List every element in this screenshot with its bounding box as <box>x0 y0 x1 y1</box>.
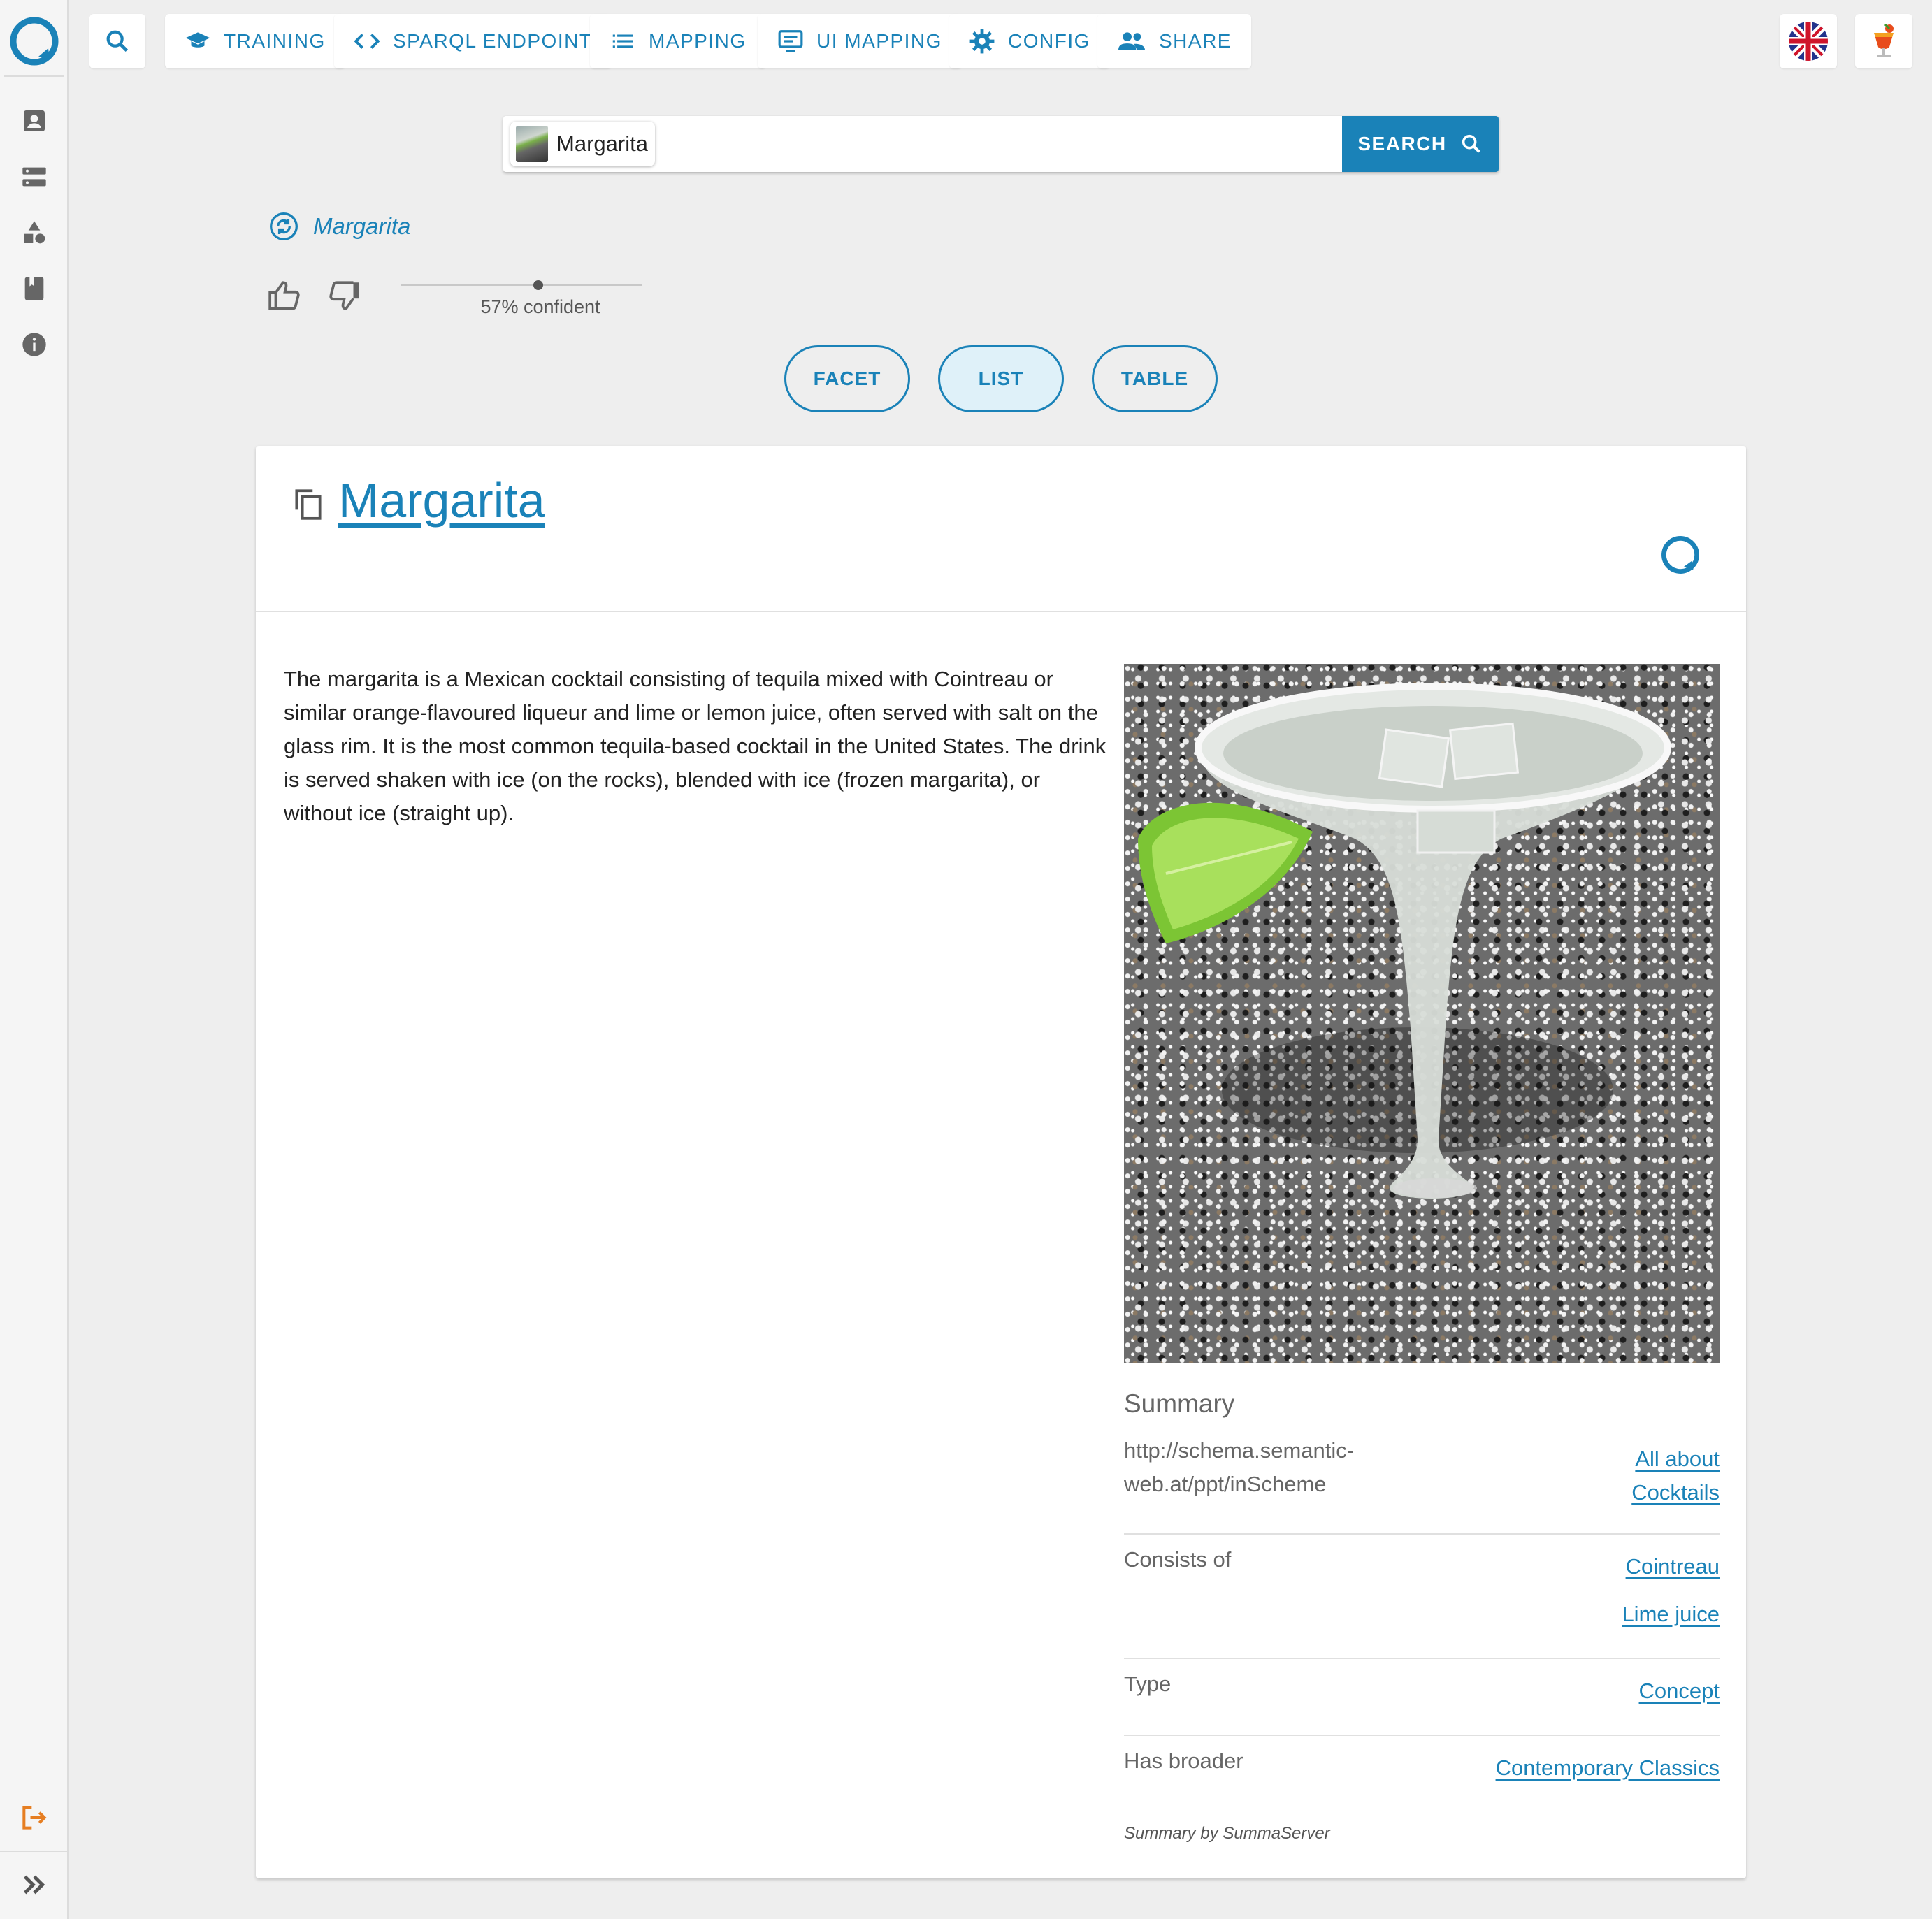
summary-row-values: All about Cocktails <box>1559 1442 1720 1509</box>
result-card: Margarita The margarita is a Mexican coc… <box>256 446 1746 1878</box>
summary-row-consists-of: Consists of Cointreau Lime juice <box>1124 1535 1720 1659</box>
facet-view-button[interactable]: FACET <box>784 345 910 412</box>
summary-row-values: Contemporary Classics <box>1496 1751 1720 1785</box>
thumb-up-icon[interactable] <box>267 278 302 313</box>
table-view-button[interactable]: TABLE <box>1092 345 1218 412</box>
training-button[interactable]: TRAINING <box>165 14 345 68</box>
logo-icon[interactable] <box>4 7 64 77</box>
concept-link[interactable]: Concept <box>1639 1674 1720 1708</box>
people-icon <box>1118 32 1145 50</box>
search-icon <box>1462 134 1480 153</box>
abstract-text: The margarita is a Mexican cocktail cons… <box>284 667 1106 825</box>
search-nav-button[interactable] <box>89 14 145 68</box>
share-button[interactable]: SHARE <box>1097 14 1251 68</box>
lime-juice-link[interactable]: Lime juice <box>1622 1598 1720 1631</box>
summary-footer: Summary by SummaServer <box>1124 1824 1330 1843</box>
summary-title: Summary <box>1124 1389 1235 1418</box>
summary-row-label: Consists of <box>1124 1547 1232 1572</box>
left-rail <box>0 0 69 1919</box>
share-label: SHARE <box>1159 30 1232 52</box>
thumb-down-icon[interactable] <box>327 278 362 313</box>
config-button[interactable]: CONFIG <box>949 14 1110 68</box>
card-title-link[interactable]: Margarita <box>338 472 545 528</box>
mapping-label: MAPPING <box>649 30 747 52</box>
language-button[interactable] <box>1780 14 1837 68</box>
all-about-cocktails-link[interactable]: All about Cocktails <box>1559 1442 1720 1509</box>
contemporary-classics-link[interactable]: Contemporary Classics <box>1496 1751 1720 1785</box>
shapes-icon[interactable] <box>17 215 52 250</box>
cocktail-icon <box>1874 23 1894 57</box>
search-icon <box>106 30 128 52</box>
search-button[interactable]: SEARCH <box>1342 116 1499 172</box>
card-header: Margarita <box>256 446 1746 612</box>
summary-row-inscheme: http://schema.semantic-web.at/ppt/inSche… <box>1124 1438 1720 1535</box>
summary-row-label: Has broader <box>1124 1748 1243 1773</box>
breadcrumb-label: Margarita <box>313 213 411 239</box>
copy-icon[interactable] <box>291 486 326 521</box>
info-icon[interactable] <box>17 327 52 362</box>
user-icon[interactable] <box>17 103 52 138</box>
feedback-controls <box>267 278 362 313</box>
margarita-thumbnail <box>516 126 548 162</box>
school-icon <box>185 32 210 48</box>
margarita-photo <box>1124 664 1720 1363</box>
config-label: CONFIG <box>1008 30 1090 52</box>
list-view-button[interactable]: LIST <box>938 345 1064 412</box>
breadcrumb[interactable]: Margarita <box>268 211 410 242</box>
summary-row-label: Type <box>1124 1672 1172 1696</box>
logout-icon[interactable] <box>17 1800 52 1835</box>
monitor-icon <box>778 30 803 52</box>
confidence-slider-thumb <box>533 280 544 290</box>
mapping-button[interactable]: MAPPING <box>590 14 766 68</box>
code-icon <box>354 34 380 49</box>
summary-row-label: http://schema.semantic-web.at/ppt/inSche… <box>1124 1438 1355 1496</box>
sync-icon <box>270 212 298 240</box>
logo-icon <box>1661 536 1699 574</box>
summary-row-type: Type Concept <box>1124 1659 1720 1736</box>
cointreau-link[interactable]: Cointreau <box>1622 1550 1720 1584</box>
summary-row-has-broader: Has broader Contemporary Classics <box>1124 1736 1720 1813</box>
ui-mapping-label: UI MAPPING <box>816 30 942 52</box>
list-icon <box>612 34 633 48</box>
sparql-endpoint-button[interactable]: SPARQL ENDPOINT <box>334 14 612 68</box>
book-icon[interactable] <box>17 271 52 306</box>
storage-icon[interactable] <box>17 159 52 194</box>
sparql-endpoint-label: SPARQL ENDPOINT <box>393 30 593 52</box>
uk-flag-icon <box>1789 22 1828 61</box>
confidence-slider <box>401 280 642 290</box>
training-label: TRAINING <box>224 30 326 52</box>
cocktail-app-button[interactable] <box>1855 14 1912 68</box>
search-chip[interactable]: Margarita <box>510 122 655 166</box>
summary-row-values: Cointreau Lime juice <box>1622 1550 1720 1631</box>
expand-icon[interactable] <box>17 1867 52 1902</box>
search-button-label: SEARCH <box>1357 133 1447 154</box>
gear-icon <box>969 29 995 54</box>
search-chip-label: Margarita <box>556 131 648 156</box>
search-bar: Margarita SEARCH <box>503 116 1499 172</box>
ui-mapping-button[interactable]: UI MAPPING <box>758 14 962 68</box>
search-input[interactable]: Margarita <box>503 116 1342 172</box>
confidence-label: 57% confident <box>480 296 600 317</box>
summary-row-values: Concept <box>1639 1674 1720 1708</box>
